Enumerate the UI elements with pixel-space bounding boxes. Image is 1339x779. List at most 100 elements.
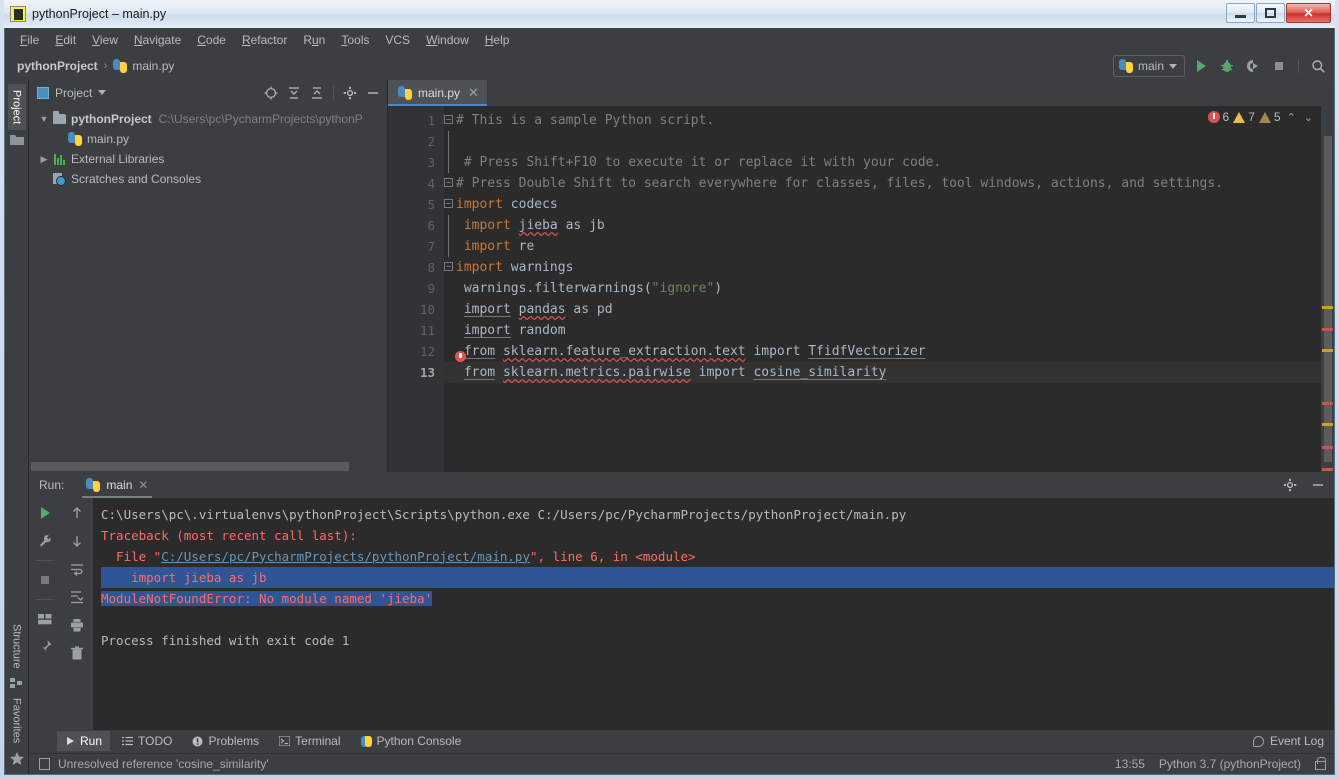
layout-icon[interactable] [36,610,54,628]
code-line: # Press Shift+F10 to execute it or repla… [444,152,1321,173]
stripe-marker-error[interactable] [1322,402,1333,405]
run-button[interactable] [1191,56,1211,76]
scratches-icon [51,172,67,186]
stop-button[interactable] [1269,56,1289,76]
sidebar-item-structure[interactable]: Structure [8,618,26,675]
menu-run[interactable]: Run [296,31,332,49]
editor-gutter[interactable]: 1 2 3 4 5 6 7 8 9 10 11 12 13 [388,106,444,472]
fold-collapse-icon[interactable]: − [444,199,453,208]
scroll-to-end-icon[interactable] [68,588,86,606]
menu-refactor[interactable]: Refactor [235,31,294,49]
up-arrow-icon[interactable] [68,504,86,522]
sidebar-item-project[interactable]: Project [7,84,26,131]
settings-gear-icon[interactable] [340,83,360,103]
error-bulb-icon[interactable] [455,351,466,362]
breadcrumb-file[interactable]: main.py [132,59,174,73]
error-count-group[interactable]: 6 [1207,110,1229,124]
bottom-tab-run[interactable]: Run [57,731,111,752]
menu-file[interactable]: File [13,31,46,49]
stripe-marker-error[interactable] [1322,468,1333,471]
menu-tools[interactable]: Tools [334,31,376,49]
run-tab-main[interactable]: main ✕ [78,472,156,498]
stripe-marker-warning[interactable] [1322,423,1333,426]
scrollbar-thumb[interactable] [31,461,349,471]
hide-icon[interactable] [1308,475,1328,495]
soft-wrap-icon[interactable] [68,560,86,578]
menu-vcs[interactable]: VCS [378,31,417,49]
stop-icon[interactable] [36,571,54,589]
sidebar-item-favorites[interactable]: Favorites [8,692,26,749]
wrench-icon[interactable] [36,532,54,550]
divider [35,559,55,561]
minimize-button[interactable] [1226,3,1255,23]
project-view-icon [37,86,49,99]
next-problem-icon[interactable]: ⌄ [1302,111,1315,124]
bottom-tab-terminal[interactable]: Terminal [271,731,348,751]
chevron-right-icon[interactable]: ▶ [37,154,51,165]
console-file-link[interactable]: C:/Users/pc/PycharmProjects/pythonProjec… [161,549,530,564]
stripe-marker-error[interactable] [1322,446,1333,449]
tree-node-project[interactable]: ▼ pythonProject C:\Users\pc\PycharmProje… [29,109,387,129]
debug-button[interactable] [1217,56,1237,76]
event-log-group[interactable]: Event Log [1252,734,1334,748]
breadcrumb-project[interactable]: pythonProject [17,59,98,73]
pin-icon[interactable] [36,638,54,656]
menu-navigate[interactable]: Navigate [127,31,188,49]
keyword-import: import [463,323,511,338]
rerun-icon[interactable] [36,504,54,522]
run-configuration-selector[interactable]: main [1112,55,1185,77]
code-text[interactable]: − − − − # This is a sample Python script… [444,106,1321,472]
bottom-tool-window-bar: Run TODO Problems Terminal Python Consol… [29,729,1334,753]
close-button[interactable]: ✕ [1286,3,1331,23]
bottom-tab-todo[interactable]: TODO [114,731,180,751]
code-line: import codecs [444,194,1321,215]
menu-help[interactable]: Help [478,31,517,49]
close-icon[interactable]: ✕ [468,85,479,101]
expand-all-icon[interactable] [284,83,304,103]
collapse-all-icon[interactable] [307,83,327,103]
tree-node-external-libraries[interactable]: ▶ External Libraries [29,149,387,169]
close-icon[interactable]: ✕ [138,478,148,492]
editor-error-stripe[interactable] [1321,106,1334,472]
menu-edit[interactable]: Edit [48,31,83,49]
stripe-track[interactable] [1324,136,1332,462]
fold-collapse-icon[interactable]: − [444,262,453,271]
previous-problem-icon[interactable]: ⌃ [1285,111,1298,124]
chevron-down-icon[interactable]: ▼ [37,114,51,124]
event-log-icon [1252,735,1264,747]
warning-count-group[interactable]: 7 [1233,110,1255,124]
status-interpreter[interactable]: Python 3.7 (pythonProject) [1159,757,1301,771]
fold-collapse-icon[interactable]: − [444,178,453,187]
lock-icon[interactable] [1315,756,1326,770]
stripe-marker-warning[interactable] [1322,306,1333,309]
project-panel-title-group[interactable]: Project [37,86,107,100]
stripe-marker-warning[interactable] [1322,349,1333,352]
divider [35,598,55,600]
select-opened-file-icon[interactable] [261,83,281,103]
tree-node-scratches[interactable]: Scratches and Consoles [29,169,387,189]
run-console-output[interactable]: C:\Users\pc\.virtualenvs\pythonProject\S… [93,497,1334,730]
print-icon[interactable] [68,616,86,634]
line-number: 1 [427,113,435,128]
weak-warning-count-group[interactable]: 5 [1258,110,1281,124]
trash-icon[interactable] [68,644,86,662]
project-horizontal-scrollbar[interactable] [29,460,387,472]
menu-code[interactable]: Code [190,31,233,49]
down-arrow-icon[interactable] [68,532,86,550]
menu-view[interactable]: View [85,31,125,49]
bottom-tab-problems[interactable]: Problems [184,731,267,751]
maximize-button[interactable] [1256,3,1285,23]
settings-gear-icon[interactable] [1280,475,1300,495]
run-coverage-button[interactable] [1243,56,1263,76]
menu-window[interactable]: Window [419,31,476,49]
inspection-widget[interactable]: 6 7 5 ⌃ ⌄ [1207,110,1316,124]
fold-collapse-icon[interactable]: − [444,115,453,124]
hide-icon[interactable] [363,83,383,103]
bottom-tab-python-console[interactable]: Python Console [353,731,470,751]
tab-main-py[interactable]: main.py ✕ [388,80,487,106]
tree-node-main-py[interactable]: main.py [29,129,387,149]
stripe-marker-error[interactable] [1322,328,1333,331]
search-everywhere-icon[interactable] [1308,56,1328,76]
project-panel-header: Project [29,80,387,105]
bottom-tab-label: Terminal [295,734,341,749]
